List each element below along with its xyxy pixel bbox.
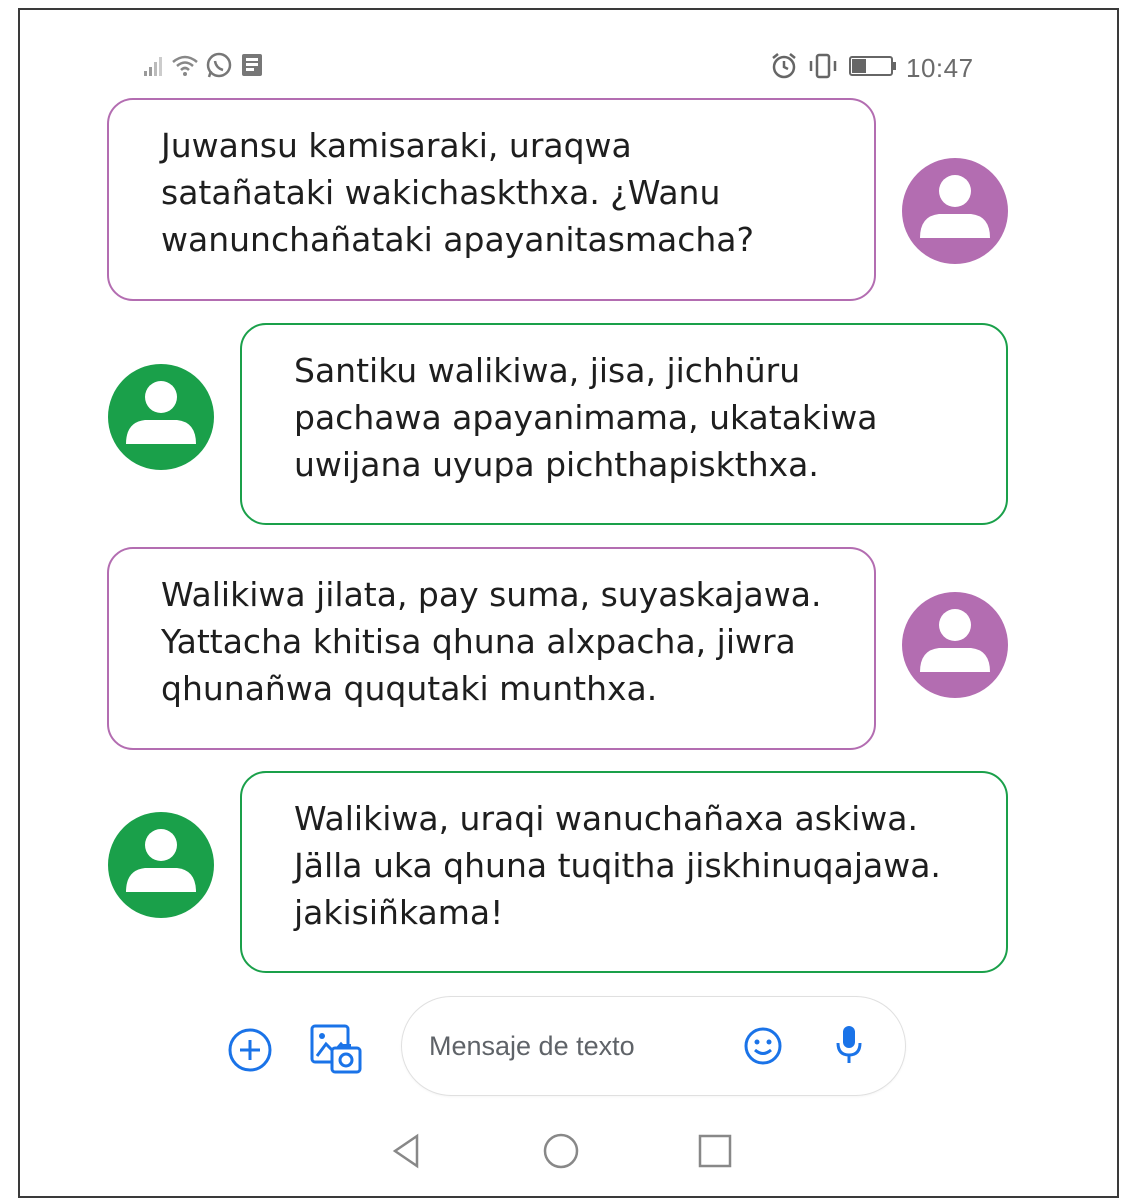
message-text-line: wanunchañataki apayanitasmacha?: [161, 220, 755, 259]
message-text-line: jakisiñkama!: [294, 893, 504, 932]
person-icon: [108, 812, 214, 918]
message-compose-field[interactable]: [401, 996, 906, 1096]
message-text-line: qhunañwa ququtaki munthxa.: [161, 669, 658, 708]
recents-icon[interactable]: [695, 1131, 735, 1176]
message-text-line: Walikiwa, uraqi wanuchañaxa askiwa.: [294, 799, 918, 838]
message-text-line: Walikiwa jilata, pay suma, suyaskajawa.: [161, 575, 822, 614]
message-bubble-incoming[interactable]: Walikiwa jilata, pay suma, suyaskajawa. …: [107, 547, 876, 750]
message-input[interactable]: [427, 1030, 731, 1063]
contact-avatar-incoming[interactable]: [902, 592, 1008, 698]
person-icon: [902, 592, 1008, 698]
message-bubble-incoming[interactable]: Juwansu kamisaraki, uraqwa satañataki wa…: [107, 98, 876, 301]
microphone-icon[interactable]: [834, 1023, 864, 1072]
whatsapp-icon: [205, 52, 233, 85]
add-icon[interactable]: [226, 1026, 274, 1079]
user-avatar-outgoing[interactable]: [108, 812, 214, 918]
message-text-line: Santiku walikiwa, jisa, jichhüru: [294, 351, 801, 390]
message-bubble-outgoing[interactable]: Santiku walikiwa, jisa, jichhüru pachawa…: [240, 323, 1008, 525]
notification-icon: [239, 52, 265, 85]
message-text-line: Jälla uka qhuna tuqitha jiskhinuqajawa.: [294, 846, 941, 885]
message-text-line: uwijana uyupa pichthapiskthxa.: [294, 445, 819, 484]
status-bar-right: 10:47: [770, 52, 974, 84]
person-icon: [108, 364, 214, 470]
user-avatar-outgoing[interactable]: [108, 364, 214, 470]
back-icon[interactable]: [389, 1131, 423, 1176]
home-icon[interactable]: [541, 1131, 581, 1176]
status-time: 10:47: [906, 52, 974, 83]
alarm-icon: [770, 52, 798, 85]
message-bubble-outgoing[interactable]: Walikiwa, uraqi wanuchañaxa askiwa. Jäll…: [240, 771, 1008, 973]
wifi-icon: [171, 54, 199, 83]
battery-icon: [848, 54, 898, 83]
message-text-line: satañataki wakichaskthxa. ¿Wanu: [161, 173, 721, 212]
message-text-line: Juwansu kamisaraki, uraqwa: [161, 126, 632, 165]
gallery-icon[interactable]: [308, 1022, 364, 1083]
message-text-line: Yattacha khitisa qhuna alxpacha, jiwra: [161, 622, 796, 661]
contact-avatar-incoming[interactable]: [902, 158, 1008, 264]
message-text-line: pachawa apayanimama, ukatakiwa: [294, 398, 878, 437]
signal-icon: [143, 55, 165, 82]
vibrate-icon: [806, 52, 840, 85]
status-bar-left: [143, 52, 265, 84]
person-icon: [902, 158, 1008, 264]
emoji-icon[interactable]: [742, 1025, 784, 1072]
